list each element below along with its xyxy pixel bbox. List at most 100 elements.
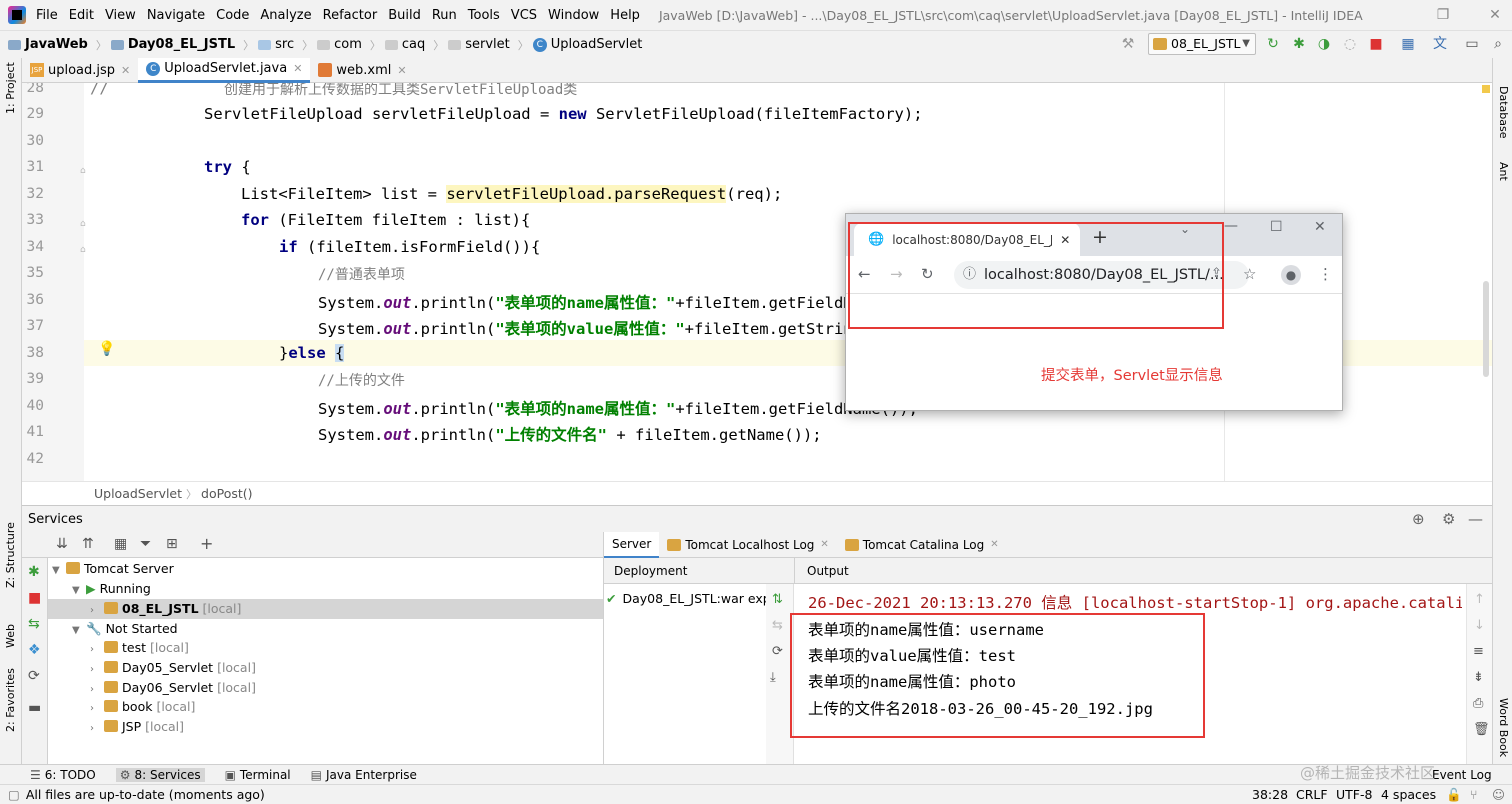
java-enterprise-tool-button[interactable]: ▤ Java Enterprise <box>311 768 417 782</box>
tree-node-running[interactable]: ▼ ▶ Running <box>72 579 151 599</box>
soft-wrap-icon[interactable]: ≡ <box>1473 644 1484 659</box>
crumb-src[interactable]: src <box>275 37 294 52</box>
menu-refactor[interactable]: Refactor <box>323 8 378 23</box>
tree-node-running-item[interactable]: › 08_EL_JSTL [local] <box>48 599 603 619</box>
tab-localhost-log[interactable]: Tomcat Localhost Log ✕ <box>659 532 836 558</box>
search-everywhere-icon[interactable]: ⌕ <box>1490 36 1506 52</box>
menu-dots-icon[interactable]: ⋮ <box>1318 265 1333 283</box>
tab-catalina-log[interactable]: Tomcat Catalina Log ✕ <box>837 532 1007 558</box>
tab-upload-jsp[interactable]: JSP upload.jsp ✕ <box>22 58 138 83</box>
coverage-icon[interactable]: ◑ <box>1316 36 1332 52</box>
menu-file[interactable]: File <box>36 8 58 23</box>
close-tab-icon[interactable]: ✕ <box>121 64 130 77</box>
refresh-icon[interactable]: ⟳ <box>772 644 783 659</box>
todo-tool-button[interactable]: ☰ 6: TODO <box>30 768 96 782</box>
inspection-status-icon[interactable] <box>1482 85 1490 93</box>
hammer-build-icon[interactable]: ⚒ <box>1120 36 1136 52</box>
run-config-select[interactable]: 08_EL_JSTL ▼ <box>1148 33 1256 55</box>
menu-view[interactable]: View <box>105 8 136 23</box>
crumb-caq[interactable]: caq <box>402 37 425 52</box>
profile-avatar[interactable]: ● <box>1281 265 1301 285</box>
menu-window[interactable]: Window <box>548 8 599 23</box>
menu-code[interactable]: Code <box>216 8 249 23</box>
close-icon[interactable]: ✕ <box>1314 219 1326 235</box>
event-log-tool-button[interactable]: Event Log <box>1432 768 1492 782</box>
tab-server[interactable]: Server <box>604 531 660 558</box>
project-tool-button[interactable]: 1: Project <box>4 62 17 114</box>
tree-node-tomcat-server[interactable]: ▼ Tomcat Server <box>52 559 174 579</box>
close-tab-icon[interactable]: ✕ <box>397 64 406 77</box>
expand-all-icon[interactable]: ⇊ <box>56 536 68 552</box>
stop-icon[interactable]: ■ <box>1368 36 1384 52</box>
artifact-icon[interactable]: ❖ <box>28 642 41 658</box>
favorites-tool-button[interactable]: 2: Favorites <box>4 668 17 732</box>
undeploy-icon[interactable]: ⇆ <box>772 618 783 633</box>
line-separator[interactable]: CRLF <box>1296 787 1328 802</box>
crumb-project[interactable]: JavaWeb <box>25 37 88 52</box>
tree-node-book[interactable]: › book [local] <box>90 697 195 717</box>
debug-icon[interactable]: ✱ <box>1291 36 1307 52</box>
web-tool-button[interactable]: Web <box>4 624 17 648</box>
new-tab-icon[interactable]: ⊞ <box>166 536 178 552</box>
deploy-icon[interactable]: ⇆ <box>28 616 40 632</box>
breadcrumb-class[interactable]: UploadServlet <box>94 486 182 501</box>
tab-uploadservlet-java[interactable]: C UploadServlet.java ✕ <box>138 57 311 83</box>
crumb-module[interactable]: Day08_EL_JSTL <box>128 37 235 52</box>
layout-icon[interactable]: ▬ <box>28 700 41 716</box>
tab-web-xml[interactable]: web.xml ✕ <box>310 58 414 83</box>
minimize-icon[interactable]: — <box>1224 218 1238 234</box>
services-tool-button[interactable]: ⚙ 8: Services <box>115 767 205 782</box>
menu-navigate[interactable]: Navigate <box>147 8 205 23</box>
menu-analyze[interactable]: Analyze <box>260 8 311 23</box>
breadcrumb-method[interactable]: doPost() <box>201 486 253 501</box>
filter-icon[interactable]: ⏷ <box>140 536 151 552</box>
fold-marker-icon[interactable]: ⌂ <box>80 166 86 176</box>
inspector-icon[interactable]: ☺ <box>1492 787 1505 802</box>
deployment-item[interactable]: ✔ Day08_EL_JSTL:war exploded <box>606 588 766 608</box>
restore-window-icon[interactable]: ❐ <box>1428 0 1458 30</box>
bookmark-star-icon[interactable]: ☆ <box>1243 265 1256 283</box>
tree-node-day05[interactable]: › Day05_Servlet [local] <box>90 658 256 678</box>
git-icon[interactable]: ⑂ <box>1470 787 1478 802</box>
word-book-tool-button[interactable]: Word Book <box>1497 698 1510 757</box>
target-icon[interactable]: ⊕ <box>1412 510 1425 528</box>
menu-build[interactable]: Build <box>388 8 421 23</box>
tree-node-not-started[interactable]: ▼ 🔧 Not Started <box>72 619 178 639</box>
database-tool-button[interactable]: Database <box>1497 86 1510 139</box>
caret-position[interactable]: 38:28 <box>1252 787 1288 802</box>
crumb-servlet[interactable]: servlet <box>465 37 510 52</box>
menu-run[interactable]: Run <box>432 8 457 23</box>
close-window-icon[interactable]: ✕ <box>1480 0 1510 30</box>
menu-help[interactable]: Help <box>610 8 640 23</box>
trash-icon[interactable]: 🗑 <box>1473 722 1490 737</box>
maximize-icon[interactable]: ☐ <box>1270 219 1283 235</box>
file-encoding[interactable]: UTF-8 <box>1336 787 1372 802</box>
ant-tool-button[interactable]: Ant <box>1497 162 1510 181</box>
close-tab-icon[interactable]: ✕ <box>293 62 302 75</box>
fold-marker-icon[interactable]: ⌂ <box>80 245 86 255</box>
menu-tools[interactable]: Tools <box>468 8 500 23</box>
rerun-icon[interactable]: ↻ <box>1265 36 1281 52</box>
collapse-all-icon[interactable]: ⇈ <box>82 536 94 552</box>
crumb-class[interactable]: UploadServlet <box>551 37 643 52</box>
scroll-to-end-icon[interactable]: ⤓ <box>770 670 776 685</box>
profile-icon[interactable]: ◌ <box>1342 36 1358 52</box>
close-tab-icon[interactable]: ✕ <box>820 539 828 550</box>
add-service-icon[interactable]: + <box>200 534 213 553</box>
tree-node-jsp[interactable]: › JSP [local] <box>90 717 184 737</box>
indent-setting[interactable]: 4 spaces <box>1381 787 1436 802</box>
presentation-icon[interactable]: ▭ <box>1464 36 1480 52</box>
debug-icon[interactable]: ✱ <box>28 564 40 580</box>
minimize-panel-icon[interactable]: — <box>1468 510 1483 528</box>
menu-vcs[interactable]: VCS <box>511 8 537 23</box>
intention-bulb-icon[interactable]: 💡 <box>98 341 115 357</box>
group-by-icon[interactable]: ▦ <box>114 536 127 552</box>
refresh-icon[interactable]: ⟳ <box>28 668 40 684</box>
translate-icon[interactable]: 文 <box>1432 36 1448 52</box>
project-structure-icon[interactable]: ▦ <box>1400 36 1416 52</box>
menu-edit[interactable]: Edit <box>69 8 94 23</box>
fold-marker-icon[interactable]: ⌂ <box>80 219 86 229</box>
tree-node-day06[interactable]: › Day06_Servlet [local] <box>90 678 256 698</box>
lock-icon[interactable]: 🔓 <box>1446 787 1462 803</box>
scroll-end-icon[interactable]: ⇟ <box>1473 670 1484 685</box>
